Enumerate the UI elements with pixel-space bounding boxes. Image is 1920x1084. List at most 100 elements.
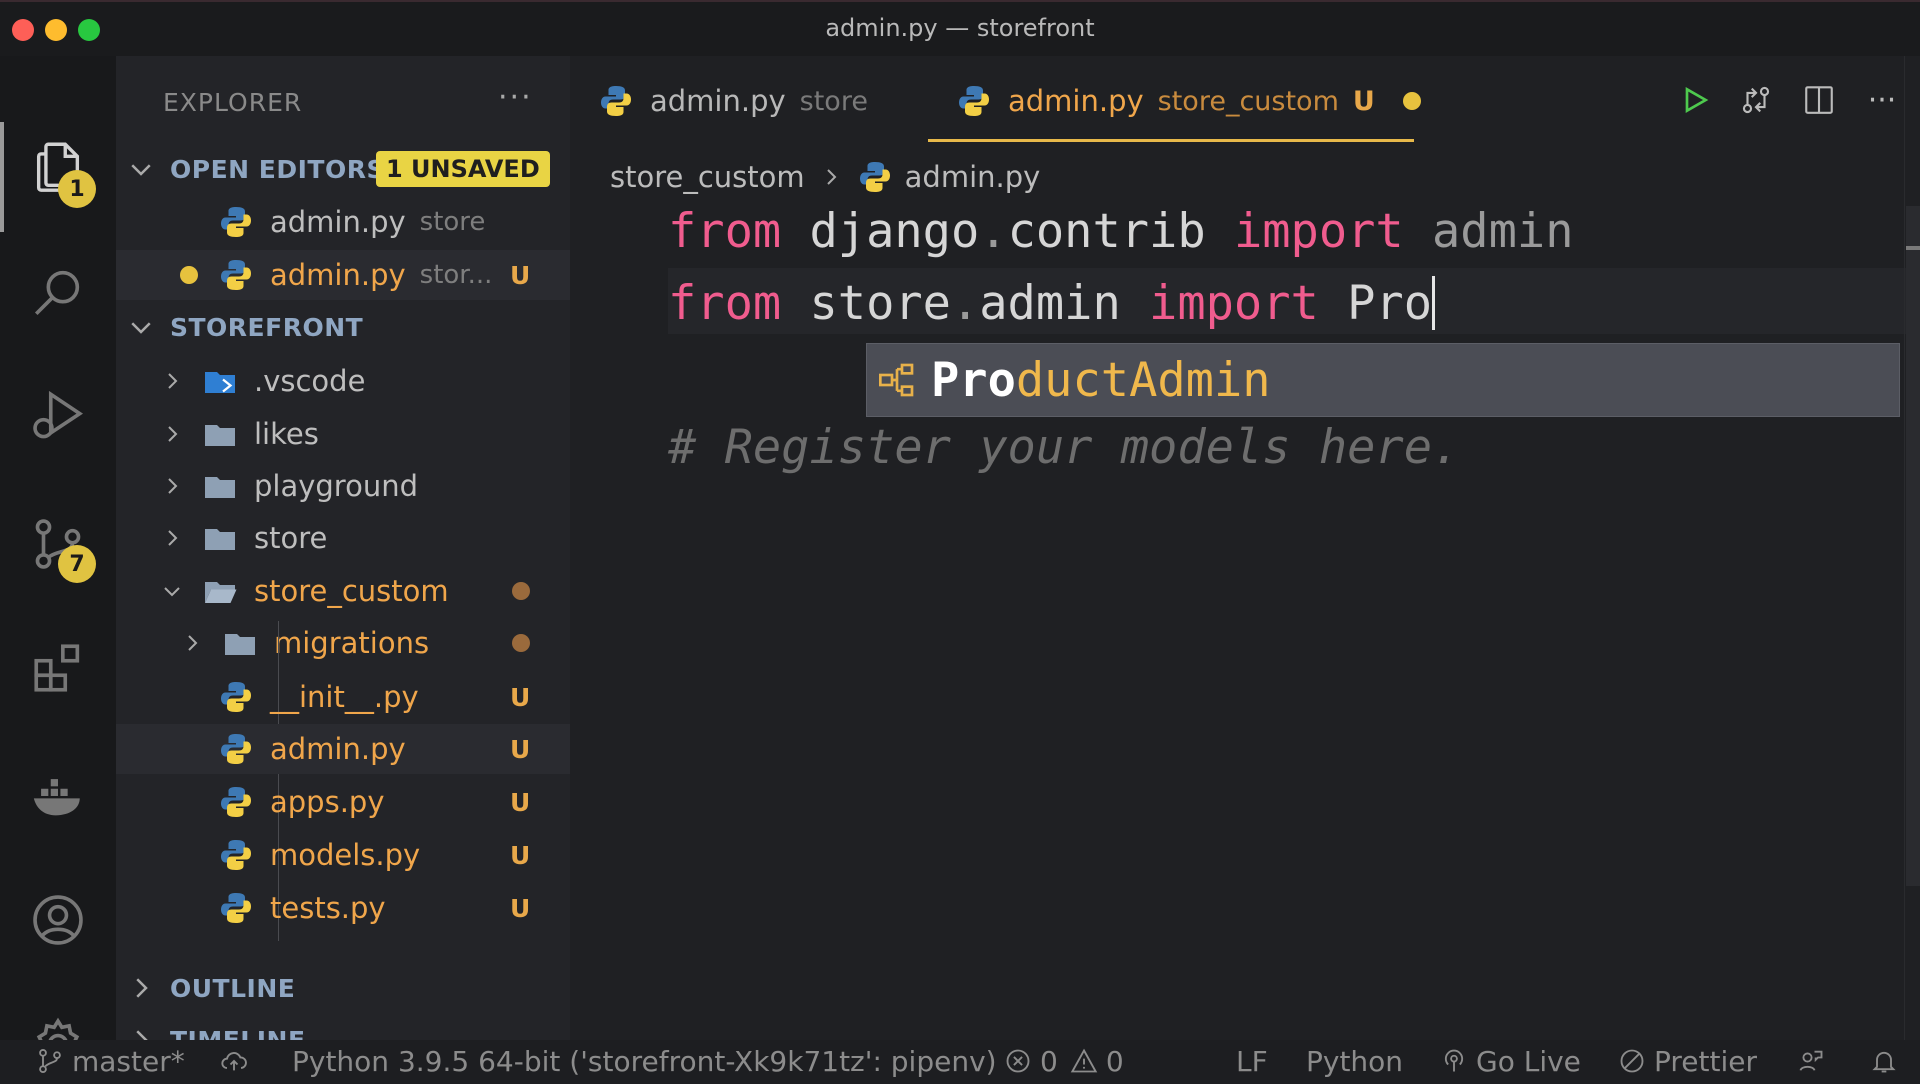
folder-item-migrations[interactable]: migrations — [116, 618, 570, 668]
run-debug-activity-button[interactable] — [18, 376, 98, 456]
chevron-down-icon — [131, 322, 151, 334]
folder-item-store-custom[interactable]: store_custom — [116, 566, 570, 616]
folder-name: likes — [254, 417, 319, 451]
search-activity-button[interactable] — [18, 252, 98, 332]
folder-open-icon — [202, 573, 238, 609]
python-file-icon — [598, 83, 634, 119]
title-bar: admin.py — storefront — [0, 0, 1920, 56]
interpreter-label: Python 3.9.5 64-bit ('storefront-Xk9k71t… — [292, 1044, 997, 1078]
folder-name: store — [254, 521, 328, 555]
compare-changes-icon — [1742, 86, 1770, 114]
python-file-icon — [956, 83, 992, 119]
folder-item-store[interactable]: store — [116, 513, 570, 563]
cloud-upload-icon — [221, 1052, 247, 1071]
comment: # Register your models here. — [668, 419, 1461, 475]
go-live-button[interactable]: Go Live — [1440, 1042, 1581, 1080]
sync-button[interactable] — [220, 1042, 256, 1080]
chevron-right-icon — [180, 631, 204, 655]
code-line-1: from django. contrib import admin — [668, 196, 1574, 266]
keyword: import — [1149, 275, 1319, 331]
module-name: django — [809, 203, 980, 259]
keyword: from — [668, 275, 782, 331]
module-name: admin — [979, 275, 1121, 331]
open-changes-button[interactable] — [1734, 78, 1778, 122]
open-editor-name: admin.py — [270, 258, 406, 292]
error-count: 0 — [1040, 1044, 1058, 1078]
scm-badge: 7 — [58, 545, 96, 583]
dot: . — [979, 203, 1008, 259]
storefront-section-header[interactable]: STOREFRONT — [126, 302, 363, 352]
file-item-selected[interactable]: admin.py U — [116, 724, 570, 774]
unsaved-dot — [180, 266, 198, 284]
warning-count: 0 — [1105, 1044, 1124, 1078]
eol-item[interactable]: LF — [1236, 1042, 1268, 1080]
prettier-label: Prettier — [1654, 1044, 1757, 1078]
window-title: admin.py — storefront — [825, 14, 1095, 42]
breadcrumb-file[interactable]: admin.py — [905, 160, 1041, 194]
file-item[interactable]: __init__.py U — [116, 672, 570, 722]
autocomplete-suggestion[interactable]: Pro ductAdmin — [866, 343, 1900, 417]
chevron-right-icon — [136, 978, 148, 998]
outline-label: OUTLINE — [170, 973, 296, 1003]
folder-item-playground[interactable]: playground — [116, 461, 570, 511]
open-editors-section-header[interactable]: OPEN EDITORS — [126, 144, 385, 194]
outline-section-header[interactable]: OUTLINE — [126, 963, 295, 1013]
open-editor-name: admin.py — [270, 205, 406, 239]
search-icon — [34, 270, 80, 316]
feedback-button[interactable] — [1797, 1042, 1833, 1080]
folder-icon — [202, 520, 238, 556]
folder-icon — [222, 625, 258, 661]
file-item[interactable]: apps.py U — [116, 777, 570, 827]
git-branch-icon — [39, 1048, 61, 1074]
file-name: admin.py — [270, 732, 406, 766]
chevron-right-icon — [160, 474, 184, 498]
explorer-more-actions-button[interactable]: ··· — [498, 80, 533, 115]
warning-icon — [1070, 1048, 1098, 1073]
unsaved-badge: 1 UNSAVED — [376, 151, 550, 187]
folder-name: store_custom — [254, 574, 449, 608]
open-editor-desc: stor... — [419, 260, 493, 290]
account-icon — [33, 895, 83, 945]
open-editor-item[interactable]: admin.py store — [116, 197, 570, 247]
folder-item-likes[interactable]: likes — [116, 409, 570, 459]
git-branch-item[interactable]: master* — [36, 1042, 185, 1080]
python-interpreter-item[interactable]: Python 3.9.5 64-bit ('storefront-Xk9k71t… — [292, 1042, 997, 1080]
status-bar: master* Python 3.9.5 64-bit ('storefront… — [0, 1040, 1920, 1080]
keyword: import — [1233, 203, 1404, 259]
open-editor-item-active[interactable]: admin.py stor... U — [116, 250, 570, 300]
unsaved-dot[interactable] — [1402, 92, 1421, 110]
file-name: apps.py — [270, 785, 385, 819]
split-editor-button[interactable] — [1797, 78, 1841, 122]
tab-admin-store-custom[interactable]: admin.py store_custom U — [956, 56, 1421, 146]
git-status: U — [510, 260, 531, 290]
file-item[interactable]: tests.py U — [116, 883, 570, 933]
prettier-item[interactable]: Prettier — [1618, 1042, 1757, 1080]
scrollbar-cursor-marker — [1906, 246, 1920, 250]
scrollbar-thumb[interactable] — [1906, 206, 1920, 886]
python-file-icon — [218, 890, 254, 926]
breadcrumb-folder[interactable]: store_custom — [610, 160, 805, 194]
modified-dot — [512, 634, 530, 652]
chevron-right-icon — [819, 165, 843, 189]
notifications-button[interactable] — [1870, 1042, 1906, 1080]
python-file-icon — [218, 837, 254, 873]
folder-name: .vscode — [254, 364, 366, 398]
file-item[interactable]: models.py U — [116, 830, 570, 880]
typed-text: Pro — [1347, 275, 1433, 331]
docker-activity-button[interactable] — [18, 756, 98, 836]
folder-item-vscode[interactable]: .vscode — [116, 356, 570, 406]
explorer-title: EXPLORER — [163, 88, 303, 117]
git-status: U — [510, 734, 531, 764]
problems-item[interactable]: 0 0 — [1004, 1042, 1124, 1080]
tab-admin-store[interactable]: admin.py store — [598, 56, 868, 146]
chevron-down-icon — [160, 579, 184, 603]
editor-more-actions-button[interactable]: ··· — [1860, 78, 1904, 122]
accounts-activity-button[interactable] — [18, 880, 98, 960]
tab-label: admin.py — [1008, 84, 1144, 118]
language-mode-item[interactable]: Python — [1306, 1042, 1403, 1080]
docker-icon — [33, 779, 80, 816]
workspace-label: STOREFRONT — [170, 312, 364, 342]
run-python-file-button[interactable] — [1673, 78, 1717, 122]
extensions-activity-button[interactable] — [18, 628, 98, 708]
modified-dot — [512, 582, 530, 600]
